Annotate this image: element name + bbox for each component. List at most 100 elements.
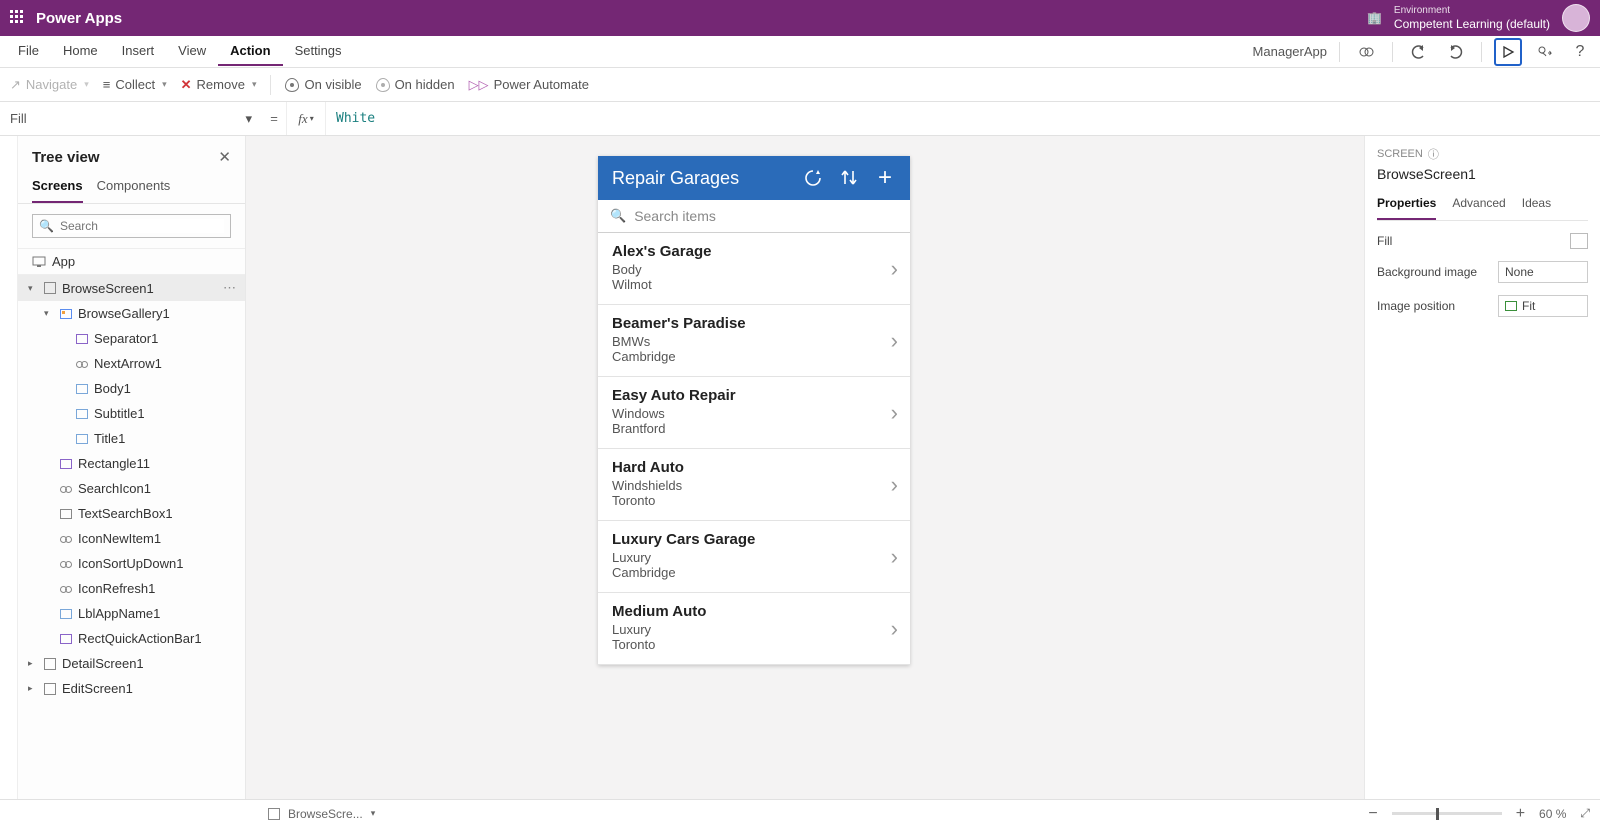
gallery-item[interactable]: Easy Auto RepairWindowsBrantford›: [598, 377, 910, 449]
tree-node-browsescreen1[interactable]: ▾ BrowseScreen1 ⋯: [18, 275, 245, 301]
gallery-icon: [60, 309, 72, 319]
chevron-right-icon[interactable]: ›: [891, 544, 898, 570]
tab-ideas[interactable]: Ideas: [1522, 192, 1551, 220]
tree-node[interactable]: RectQuickActionBar1: [18, 626, 245, 651]
status-screen-name[interactable]: BrowseScre...: [288, 807, 363, 821]
item-subtitle1: Luxury: [612, 622, 896, 637]
tree-node[interactable]: Body1: [18, 376, 245, 401]
expand-icon[interactable]: ▾: [44, 308, 54, 319]
sort-icon[interactable]: [838, 167, 860, 189]
zoom-slider[interactable]: [1392, 812, 1502, 815]
more-icon[interactable]: ⋯: [223, 280, 237, 296]
chevron-right-icon[interactable]: ›: [891, 256, 898, 282]
remove-action[interactable]: ✕Remove▾: [181, 77, 257, 93]
add-icon[interactable]: +: [874, 167, 896, 189]
refresh-icon[interactable]: [802, 167, 824, 189]
zoom-in-icon[interactable]: +: [1516, 805, 1525, 823]
gallery-item[interactable]: Hard AutoWindshieldsToronto›: [598, 449, 910, 521]
tab-advanced[interactable]: Advanced: [1452, 192, 1505, 220]
tree-node[interactable]: IconNewItem1: [18, 526, 245, 551]
control-icon: [60, 634, 72, 644]
tree-node[interactable]: TextSearchBox1: [18, 501, 245, 526]
item-subtitle2: Wilmot: [612, 277, 896, 292]
fit-to-window-icon[interactable]: ⤢: [1580, 806, 1590, 821]
chevron-down-icon[interactable]: ▾: [371, 808, 376, 819]
gallery-item[interactable]: Medium AutoLuxuryToronto›: [598, 593, 910, 665]
user-avatar[interactable]: [1562, 4, 1590, 32]
close-icon[interactable]: ✕: [218, 148, 231, 166]
control-icon: [60, 484, 72, 494]
tree-node-browsegallery1[interactable]: ▾ BrowseGallery1: [18, 301, 245, 326]
bg-image-dropdown[interactable]: None: [1498, 261, 1588, 283]
on-visible-action[interactable]: On visible: [285, 77, 361, 92]
tree-node[interactable]: Title1: [18, 426, 245, 451]
expand-icon[interactable]: ▸: [28, 658, 38, 669]
menu-view[interactable]: View: [166, 37, 218, 66]
image-position-dropdown[interactable]: Fit: [1498, 295, 1588, 317]
tree-title: Tree view: [32, 149, 100, 166]
tree-node[interactable]: NextArrow1: [18, 351, 245, 376]
menu-settings[interactable]: Settings: [283, 37, 354, 66]
screen-icon: [44, 683, 56, 695]
app-launcher-icon[interactable]: [10, 10, 26, 26]
tree-node-detailscreen1[interactable]: ▸ DetailScreen1: [18, 651, 245, 676]
collect-action[interactable]: ≡Collect▾: [103, 77, 167, 92]
play-icon[interactable]: [1494, 38, 1522, 66]
tree-node[interactable]: SearchIcon1: [18, 476, 245, 501]
on-hidden-action[interactable]: On hidden: [376, 77, 455, 92]
tab-components[interactable]: Components: [97, 172, 171, 203]
left-rail[interactable]: [0, 136, 18, 799]
chevron-right-icon[interactable]: ›: [891, 400, 898, 426]
gallery-item[interactable]: Beamer's ParadiseBMWsCambridge›: [598, 305, 910, 377]
tree-content: App ▾ BrowseScreen1 ⋯ ▾ BrowseGallery1 S…: [18, 248, 245, 799]
title-bar: Power Apps 🏢 Environment Competent Learn…: [0, 0, 1600, 36]
tree-node[interactable]: IconSortUpDown1: [18, 551, 245, 576]
fit-icon: [1505, 301, 1517, 311]
tree-node[interactable]: Separator1: [18, 326, 245, 351]
tree-node[interactable]: IconRefresh1: [18, 576, 245, 601]
preview-searchbar[interactable]: 🔍 Search items: [598, 200, 910, 233]
formula-value[interactable]: White: [326, 111, 1600, 126]
power-automate-action[interactable]: ▷▷Power Automate: [469, 77, 589, 93]
gallery-item[interactable]: Alex's GarageBodyWilmot›: [598, 233, 910, 305]
input-icon: [60, 509, 72, 519]
tree-node-editscreen1[interactable]: ▸ EditScreen1: [18, 676, 245, 701]
tree-node-app[interactable]: App: [18, 248, 245, 275]
fx-button[interactable]: fx▾: [286, 102, 326, 135]
item-title: Medium Auto: [612, 603, 896, 620]
canvas-area[interactable]: Repair Garages + 🔍 Search items Alex's G…: [246, 136, 1364, 799]
chevron-right-icon[interactable]: ›: [891, 328, 898, 354]
selected-screen-name: BrowseScreen1: [1377, 166, 1588, 182]
menu-insert[interactable]: Insert: [110, 37, 167, 66]
tree-node[interactable]: Rectangle11: [18, 451, 245, 476]
action-bar: ↗Navigate▾ ≡Collect▾ ✕Remove▾ On visible…: [0, 68, 1600, 102]
tab-screens[interactable]: Screens: [32, 172, 83, 203]
app-checker-icon[interactable]: [1352, 38, 1380, 66]
info-icon[interactable]: ⓘ: [1428, 146, 1439, 162]
fill-color-swatch[interactable]: [1570, 233, 1588, 249]
expand-icon[interactable]: ▾: [28, 283, 38, 294]
chevron-right-icon[interactable]: ›: [891, 616, 898, 642]
share-icon[interactable]: [1530, 38, 1558, 66]
tree-search[interactable]: 🔍: [32, 214, 231, 238]
redo-icon[interactable]: [1441, 38, 1469, 66]
environment-block[interactable]: Environment Competent Learning (default): [1394, 5, 1550, 31]
undo-icon[interactable]: [1405, 38, 1433, 66]
tree-search-input[interactable]: [60, 219, 224, 233]
tab-properties[interactable]: Properties: [1377, 192, 1436, 220]
preview-title: Repair Garages: [612, 168, 788, 189]
menu-action[interactable]: Action: [218, 37, 282, 66]
item-title: Hard Auto: [612, 459, 896, 476]
menu-file[interactable]: File: [6, 37, 51, 66]
tree-node[interactable]: LblAppName1: [18, 601, 245, 626]
navigate-action[interactable]: ↗Navigate▾: [10, 77, 89, 93]
menu-home[interactable]: Home: [51, 37, 110, 66]
zoom-out-icon[interactable]: −: [1368, 805, 1377, 823]
expand-icon[interactable]: ▸: [28, 683, 38, 694]
property-selector[interactable]: Fill ▾: [0, 111, 262, 127]
tree-node[interactable]: Subtitle1: [18, 401, 245, 426]
help-icon[interactable]: ?: [1566, 38, 1594, 66]
control-icon: [60, 534, 72, 544]
chevron-right-icon[interactable]: ›: [891, 472, 898, 498]
gallery-item[interactable]: Luxury Cars GarageLuxuryCambridge›: [598, 521, 910, 593]
